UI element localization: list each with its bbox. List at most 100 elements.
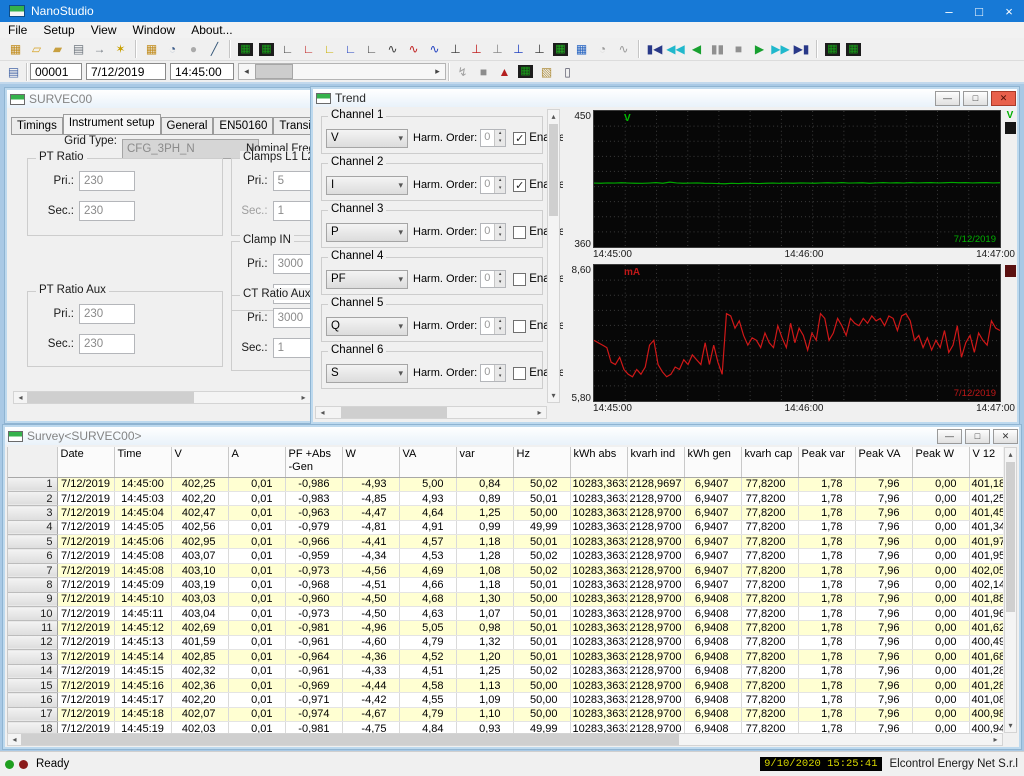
cell[interactable]: 0,00 — [912, 477, 969, 491]
scroll-right-icon[interactable]: ▸ — [533, 408, 546, 417]
cell[interactable]: 10283,3633 — [570, 621, 627, 635]
cell[interactable]: 4,64 — [399, 506, 456, 520]
cell[interactable]: -0,974 — [285, 707, 342, 721]
survec00-hscroll-thumb[interactable] — [27, 392, 194, 403]
maximize-button[interactable]: □ — [964, 0, 994, 22]
field-input[interactable]: 230 — [79, 201, 135, 221]
cell[interactable]: 14:45:04 — [114, 506, 171, 520]
cell[interactable]: 14:45:14 — [114, 650, 171, 664]
cell[interactable]: 1,78 — [798, 722, 855, 733]
cell[interactable]: 1,78 — [798, 707, 855, 721]
stop-playback-button[interactable]: ■ — [728, 39, 749, 59]
cell[interactable]: 0,00 — [912, 650, 969, 664]
cell[interactable]: 4,79 — [399, 707, 456, 721]
cell[interactable]: 2128,9700 — [627, 722, 684, 733]
go-last-button[interactable]: ▶▮ — [791, 39, 812, 59]
cell[interactable]: 402,47 — [171, 506, 228, 520]
row-number[interactable]: 18 — [8, 722, 57, 733]
cell[interactable]: 0,01 — [228, 621, 285, 635]
spin-up-icon[interactable]: ▴ — [494, 318, 505, 326]
table-realtime-alt-button[interactable]: ▦ — [256, 39, 277, 59]
cell[interactable]: -4,42 — [342, 693, 399, 707]
cell[interactable]: 50,01 — [513, 535, 570, 549]
cell[interactable]: 7,96 — [855, 506, 912, 520]
scroll-right-icon[interactable]: ▸ — [430, 64, 445, 79]
row-number[interactable]: 16 — [8, 693, 57, 707]
cell[interactable]: 10283,3633 — [570, 506, 627, 520]
cell[interactable]: 1,25 — [456, 506, 513, 520]
cell[interactable]: 401,88 — [969, 592, 1003, 606]
cell[interactable]: 1,78 — [798, 578, 855, 592]
tab-instrument-setup[interactable]: Instrument setup — [63, 114, 161, 134]
record-scroll-track[interactable] — [254, 64, 430, 79]
cell[interactable]: 14:45:08 — [114, 549, 171, 563]
cell[interactable]: 0,01 — [228, 506, 285, 520]
cell[interactable]: 402,36 — [171, 678, 228, 692]
tab-general[interactable]: General — [161, 117, 214, 134]
row-number[interactable]: 8 — [8, 578, 57, 592]
trend-l4-button[interactable]: ∟ — [340, 39, 361, 59]
cell[interactable]: 10283,3633 — [570, 650, 627, 664]
cell[interactable]: 77,8200 — [741, 506, 798, 520]
cell[interactable]: 50,00 — [513, 707, 570, 721]
cell[interactable]: 403,04 — [171, 607, 228, 621]
cell[interactable]: 10283,3633 — [570, 563, 627, 577]
cell[interactable]: 7,96 — [855, 650, 912, 664]
menu-item-about[interactable]: About... — [183, 22, 240, 38]
cell[interactable]: 0,00 — [912, 722, 969, 733]
cell[interactable]: 402,14 — [969, 578, 1003, 592]
cell[interactable]: 7,96 — [855, 621, 912, 635]
waveform-a-button[interactable]: ∿ — [403, 39, 424, 59]
export-data-button[interactable]: ▧ — [536, 62, 557, 82]
cell[interactable]: -4,47 — [342, 506, 399, 520]
enable-checkbox[interactable] — [513, 320, 526, 333]
cell[interactable]: 1,78 — [798, 520, 855, 534]
cell[interactable]: -4,85 — [342, 491, 399, 505]
cell[interactable]: 14:45:00 — [114, 477, 171, 491]
scroll-left-icon[interactable]: ◂ — [316, 408, 329, 417]
phasor-diagram-button[interactable]: ◔ — [592, 39, 613, 59]
cell[interactable]: 7/12/2019 — [57, 549, 114, 563]
cell[interactable]: 14:45:12 — [114, 621, 171, 635]
cell[interactable]: -0,981 — [285, 621, 342, 635]
play-backward-button[interactable]: ◀ — [686, 39, 707, 59]
cell[interactable]: -4,93 — [342, 477, 399, 491]
cell[interactable]: 0,01 — [228, 607, 285, 621]
cell[interactable]: 0,01 — [228, 535, 285, 549]
scroll-right-icon[interactable]: ▸ — [297, 393, 310, 402]
field-input[interactable]: 3000 — [273, 254, 312, 274]
cell[interactable]: -4,33 — [342, 664, 399, 678]
cell[interactable]: 7,96 — [855, 693, 912, 707]
cell[interactable]: 77,8200 — [741, 520, 798, 534]
cell[interactable]: 7,96 — [855, 635, 912, 649]
cell[interactable]: 0,01 — [228, 563, 285, 577]
harm-order-spinner[interactable]: 0▴▾ — [480, 223, 506, 241]
cell[interactable]: 2128,9700 — [627, 592, 684, 606]
row-number[interactable]: 9 — [8, 592, 57, 606]
cell[interactable]: 7,96 — [855, 664, 912, 678]
cell[interactable]: 77,8200 — [741, 678, 798, 692]
cell[interactable]: 14:45:13 — [114, 635, 171, 649]
cell[interactable]: -0,961 — [285, 664, 342, 678]
enable-checkbox[interactable] — [513, 367, 526, 380]
scroll-left-icon[interactable]: ◂ — [14, 393, 27, 402]
cell[interactable]: -4,36 — [342, 650, 399, 664]
cell[interactable]: 7/12/2019 — [57, 635, 114, 649]
enable-checkbox[interactable] — [513, 273, 526, 286]
cell[interactable]: 2128,9700 — [627, 693, 684, 707]
cell[interactable]: 1,78 — [798, 635, 855, 649]
cell[interactable]: -0,979 — [285, 520, 342, 534]
survec00-hscrollbar[interactable]: ◂ ▸ — [13, 391, 311, 404]
cell[interactable]: 4,53 — [399, 549, 456, 563]
interval-table-button[interactable]: ▦ — [822, 39, 843, 59]
cell[interactable]: -4,67 — [342, 707, 399, 721]
menu-item-view[interactable]: View — [83, 22, 125, 38]
cell[interactable]: 0,01 — [228, 592, 285, 606]
cell[interactable]: 6,9408 — [684, 635, 741, 649]
cell[interactable]: -4,41 — [342, 535, 399, 549]
trend-close-button[interactable]: ✕ — [991, 91, 1016, 106]
cell[interactable]: 7,96 — [855, 563, 912, 577]
cell[interactable]: 14:45:19 — [114, 722, 171, 733]
cell[interactable]: 7/12/2019 — [57, 578, 114, 592]
channel-3-select[interactable]: P▾ — [326, 223, 408, 242]
